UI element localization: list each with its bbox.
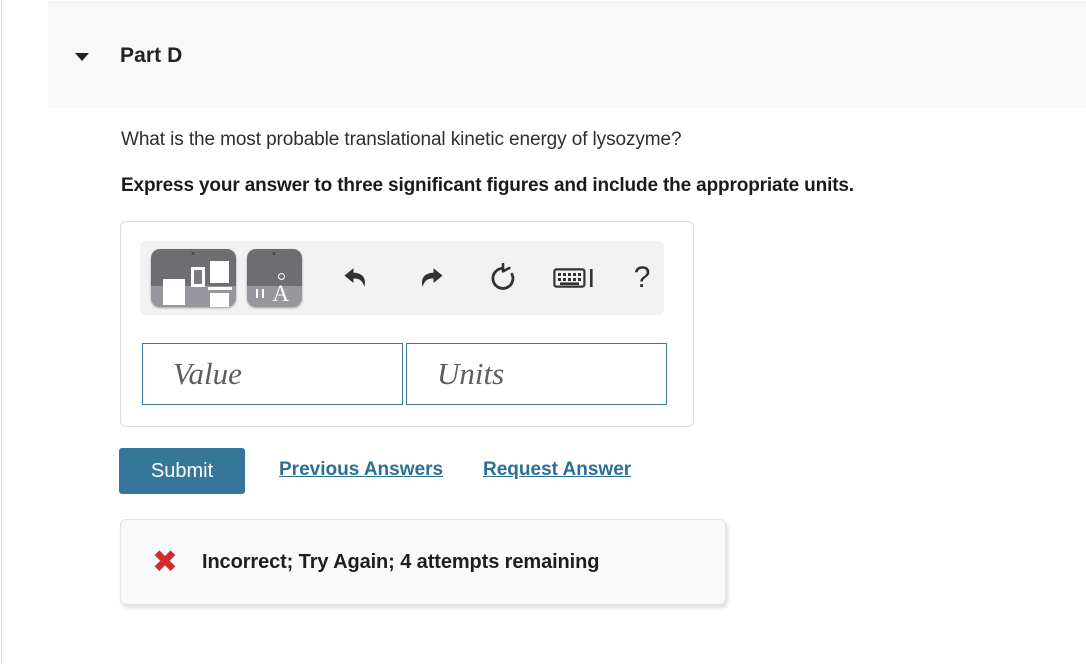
previous-answers-link[interactable]: Previous Answers xyxy=(279,459,443,481)
answer-toolbar: A ? xyxy=(140,241,664,315)
x-mark-icon: ✖ xyxy=(152,543,178,580)
answer-entry-box: A ? Value Units xyxy=(120,221,694,427)
submit-button[interactable]: Submit xyxy=(119,448,245,494)
part-header[interactable]: Part D xyxy=(48,2,1086,108)
question-prompt: What is the most probable translational … xyxy=(121,129,682,150)
feedback-banner: ✖ Incorrect; Try Again; 4 attempts remai… xyxy=(120,519,726,605)
value-input[interactable] xyxy=(142,343,403,405)
caret-down-icon[interactable] xyxy=(70,44,94,68)
math-template-icon[interactable] xyxy=(151,249,236,307)
page-title: Part D xyxy=(120,43,183,67)
feedback-message: Incorrect; Try Again; 4 attempts remaini… xyxy=(201,550,600,573)
angstrom-units-icon[interactable]: A xyxy=(246,249,303,307)
help-glyph: ? xyxy=(633,261,651,294)
undo-arrow-icon[interactable] xyxy=(335,256,379,300)
page-left-border xyxy=(1,0,2,664)
redo-arrow-icon[interactable] xyxy=(408,256,452,300)
answer-input-group xyxy=(142,343,667,405)
units-input[interactable] xyxy=(406,343,667,405)
request-answer-link[interactable]: Request Answer xyxy=(483,459,631,481)
question-instruction: Express your answer to three significant… xyxy=(121,175,854,196)
question-mark-icon[interactable]: ? xyxy=(620,256,664,300)
keyboard-icon[interactable] xyxy=(549,256,605,300)
reset-circular-arrow-icon[interactable] xyxy=(481,256,525,300)
